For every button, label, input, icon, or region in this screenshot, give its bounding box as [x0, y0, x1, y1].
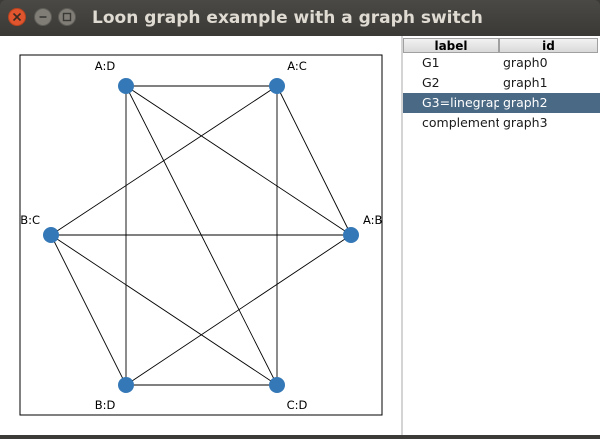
graph-edge — [50, 234, 127, 386]
title-bar: Loon graph example with a graph switch — [0, 0, 600, 36]
window-title: Loon graph example with a graph switch — [92, 8, 483, 28]
cell-label: G3=linegraph — [422, 95, 499, 110]
table-row[interactable]: G3=linegraph graph2 — [403, 93, 600, 113]
graph-edge — [276, 85, 352, 236]
graph-node[interactable] — [43, 227, 59, 243]
graph-node[interactable] — [343, 227, 359, 243]
maximize-button[interactable] — [58, 8, 76, 26]
cell-id: graph0 — [503, 55, 548, 70]
column-header-id[interactable]: id — [499, 38, 598, 53]
graph-node-label: B:C — [20, 213, 40, 227]
cell-id: graph3 — [503, 115, 548, 130]
graph-node-label: B:D — [95, 398, 116, 412]
cell-label: complement — [422, 115, 499, 130]
cell-id: graph1 — [503, 75, 548, 90]
graph-edge — [125, 85, 352, 236]
cell-label: G1 — [422, 55, 440, 70]
graph-edge — [125, 234, 352, 386]
graph-edge — [50, 234, 278, 386]
graph-edge — [50, 85, 278, 236]
graph-plot[interactable]: A:D A:C B:C A:B B:D C:D — [0, 36, 401, 435]
graph-switch-table[interactable]: label id G1 graph0 G2 graph1 G3=linegraph gra… — [403, 36, 600, 435]
table-header: label id — [403, 38, 598, 53]
graph-canvas[interactable]: A:D A:C B:C A:B B:D C:D — [0, 36, 401, 435]
graph-node[interactable] — [118, 377, 134, 393]
maximize-icon — [62, 12, 72, 22]
column-header-label[interactable]: label — [403, 38, 499, 53]
close-icon — [12, 12, 22, 22]
cell-label: G2 — [422, 75, 440, 90]
close-button[interactable] — [8, 8, 26, 26]
graph-node[interactable] — [118, 78, 134, 94]
cell-id: graph2 — [503, 95, 548, 110]
graph-node-label: A:C — [287, 59, 307, 73]
table-row[interactable]: complement graph3 — [403, 113, 600, 133]
graph-node-label: A:B — [363, 213, 383, 227]
minimize-icon — [39, 16, 47, 18]
table-row[interactable]: G2 graph1 — [403, 73, 600, 93]
graph-edge — [125, 85, 278, 386]
client-area: A:D A:C B:C A:B B:D C:D label id G1 graph0 G2 gr… — [0, 36, 600, 435]
graph-node-label: C:D — [287, 398, 308, 412]
minimize-button[interactable] — [34, 8, 52, 26]
graph-node[interactable] — [269, 377, 285, 393]
graph-node-label: A:D — [95, 59, 116, 73]
graph-node[interactable] — [269, 78, 285, 94]
table-row[interactable]: G1 graph0 — [403, 53, 600, 73]
graph-edges — [50, 85, 352, 386]
